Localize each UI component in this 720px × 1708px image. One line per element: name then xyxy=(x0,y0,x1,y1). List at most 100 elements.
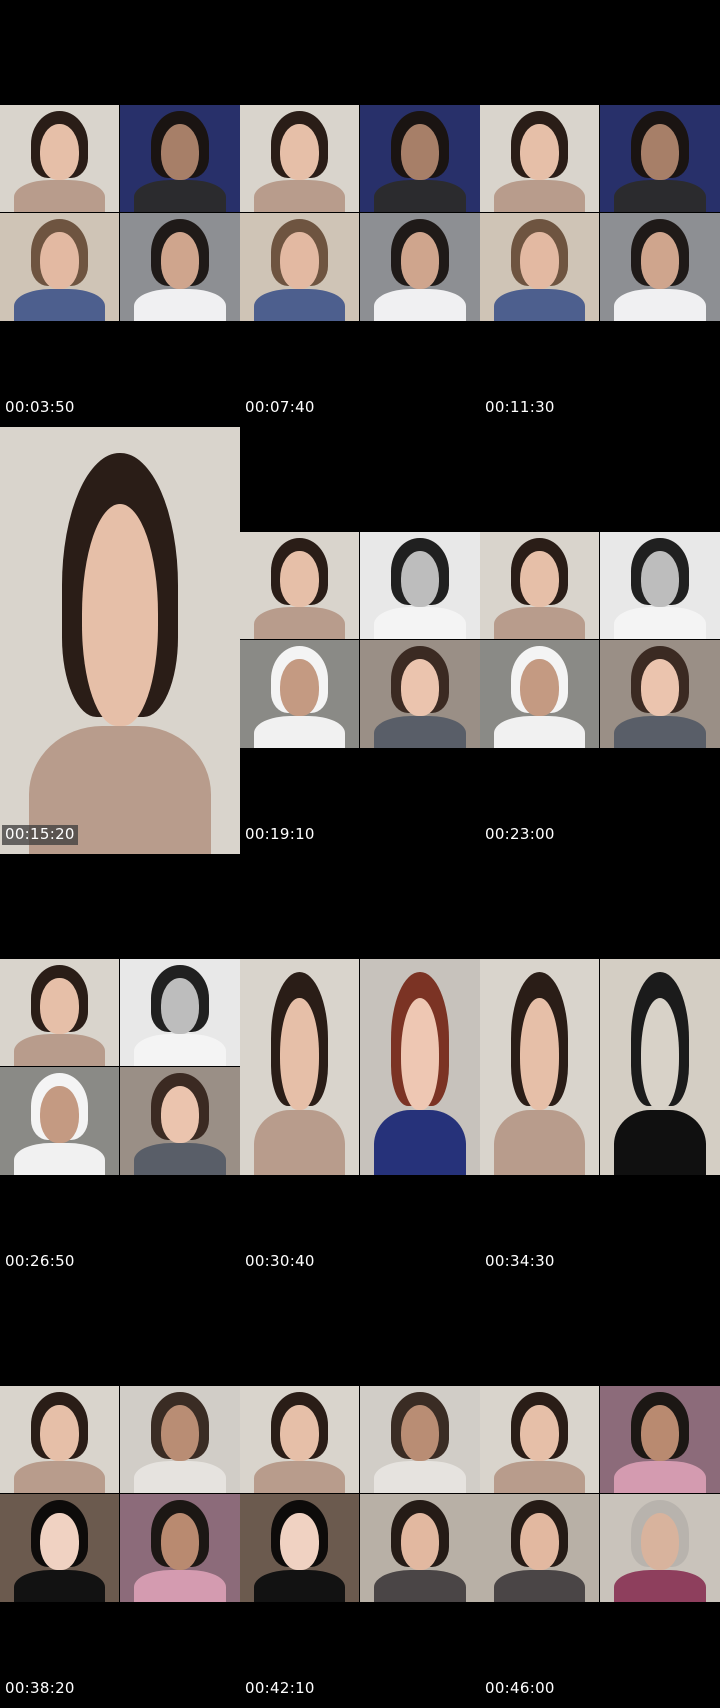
person-face xyxy=(520,997,559,1111)
participant-tile xyxy=(600,213,720,321)
person-body xyxy=(254,288,345,321)
person-body xyxy=(254,1460,345,1493)
timestamp-label: 00:46:00 xyxy=(485,1679,555,1697)
participant-tile xyxy=(120,1386,240,1493)
person-face xyxy=(160,232,200,289)
timestamp-label: 00:42:10 xyxy=(245,1679,315,1697)
person-face xyxy=(640,1513,680,1570)
participant-tile xyxy=(480,959,599,1175)
person-face xyxy=(400,1513,440,1570)
participant-tile xyxy=(480,1386,599,1493)
participant-tile xyxy=(120,1494,240,1602)
person-body xyxy=(494,1110,585,1175)
participant-tile xyxy=(0,959,119,1066)
thumbnail-cell: 00:26:50 xyxy=(0,854,240,1281)
person-face xyxy=(280,551,319,607)
person-body xyxy=(254,1569,345,1602)
participant-tile xyxy=(600,640,720,748)
video-frame xyxy=(480,532,720,748)
person-body xyxy=(614,1110,706,1175)
thumbnail-cell: 00:07:40 xyxy=(240,0,480,427)
person-face xyxy=(280,124,319,180)
person-face xyxy=(280,997,319,1111)
participant-tile xyxy=(600,105,720,212)
person-face xyxy=(160,1405,200,1461)
person-face xyxy=(520,551,559,607)
person-body xyxy=(614,288,706,321)
person-body xyxy=(14,1142,105,1175)
person-face xyxy=(280,659,319,716)
video-frame xyxy=(480,105,720,321)
timestamp-label: 00:34:30 xyxy=(485,1252,555,1270)
video-frame xyxy=(480,1386,720,1602)
thumbnail-cell: 00:23:00 xyxy=(480,427,720,854)
person-face xyxy=(280,1405,319,1461)
person-face xyxy=(280,1513,319,1570)
participant-tile xyxy=(0,105,119,212)
person-face xyxy=(640,232,680,289)
participant-tile xyxy=(360,1494,480,1602)
person-body xyxy=(494,288,585,321)
timestamp-label: 00:03:50 xyxy=(5,398,75,416)
timestamp-label: 00:30:40 xyxy=(245,1252,315,1270)
person-body xyxy=(134,179,226,212)
timestamp-label: 00:26:50 xyxy=(5,1252,75,1270)
thumbnail-cell: 00:11:30 xyxy=(480,0,720,427)
participant-tile xyxy=(240,640,359,748)
participant-tile xyxy=(240,1494,359,1602)
participant-tile xyxy=(600,959,720,1175)
thumbnail-cell: 00:42:10 xyxy=(240,1281,480,1708)
person-face xyxy=(520,659,559,716)
participant-tile xyxy=(360,640,480,748)
person-body xyxy=(134,288,226,321)
person-body xyxy=(254,1110,345,1175)
timestamp-label: 00:19:10 xyxy=(245,825,315,843)
person-face xyxy=(400,1405,440,1461)
person-body xyxy=(14,179,105,212)
person-face xyxy=(160,1086,200,1143)
person-body xyxy=(134,1033,226,1066)
participant-tile xyxy=(360,1386,480,1493)
person-body xyxy=(494,715,585,748)
participant-tile xyxy=(240,213,359,321)
person-body xyxy=(374,1110,466,1175)
person-face xyxy=(640,1405,680,1461)
participant-tile xyxy=(600,1386,720,1493)
person-body xyxy=(254,179,345,212)
person-face xyxy=(520,1405,559,1461)
person-face xyxy=(160,124,200,180)
person-face xyxy=(400,232,440,289)
person-body xyxy=(614,179,706,212)
person-face xyxy=(40,978,79,1034)
thumbnail-cell: 00:46:00 xyxy=(480,1281,720,1708)
thumbnail-cell: 00:15:20 xyxy=(0,427,240,854)
person-face xyxy=(640,659,680,716)
person-body xyxy=(134,1569,226,1602)
thumbnail-cell: 00:38:20 xyxy=(0,1281,240,1708)
person-body xyxy=(614,1460,706,1493)
thumbnail-cell: 00:30:40 xyxy=(240,854,480,1281)
person-body xyxy=(14,1569,105,1602)
timestamp-label: 00:07:40 xyxy=(245,398,315,416)
person-body xyxy=(374,606,466,639)
timestamp-label: 00:23:00 xyxy=(485,825,555,843)
person-body xyxy=(14,1033,105,1066)
person-body xyxy=(374,288,466,321)
participant-tile xyxy=(360,532,480,639)
person-face xyxy=(520,1513,559,1570)
person-body xyxy=(254,715,345,748)
participant-tile xyxy=(480,213,599,321)
participant-tile xyxy=(120,105,240,212)
person-body xyxy=(374,179,466,212)
participant-tile xyxy=(480,105,599,212)
person-face xyxy=(400,997,440,1111)
timestamp-label: 00:38:20 xyxy=(5,1679,75,1697)
participant-tile xyxy=(120,959,240,1066)
person-face xyxy=(160,978,200,1034)
video-frame xyxy=(240,1386,480,1602)
thumbnail-cell: 00:19:10 xyxy=(240,427,480,854)
person-face xyxy=(160,1513,200,1570)
person-face xyxy=(640,551,680,607)
participant-tile xyxy=(120,213,240,321)
participant-tile xyxy=(0,1386,119,1493)
